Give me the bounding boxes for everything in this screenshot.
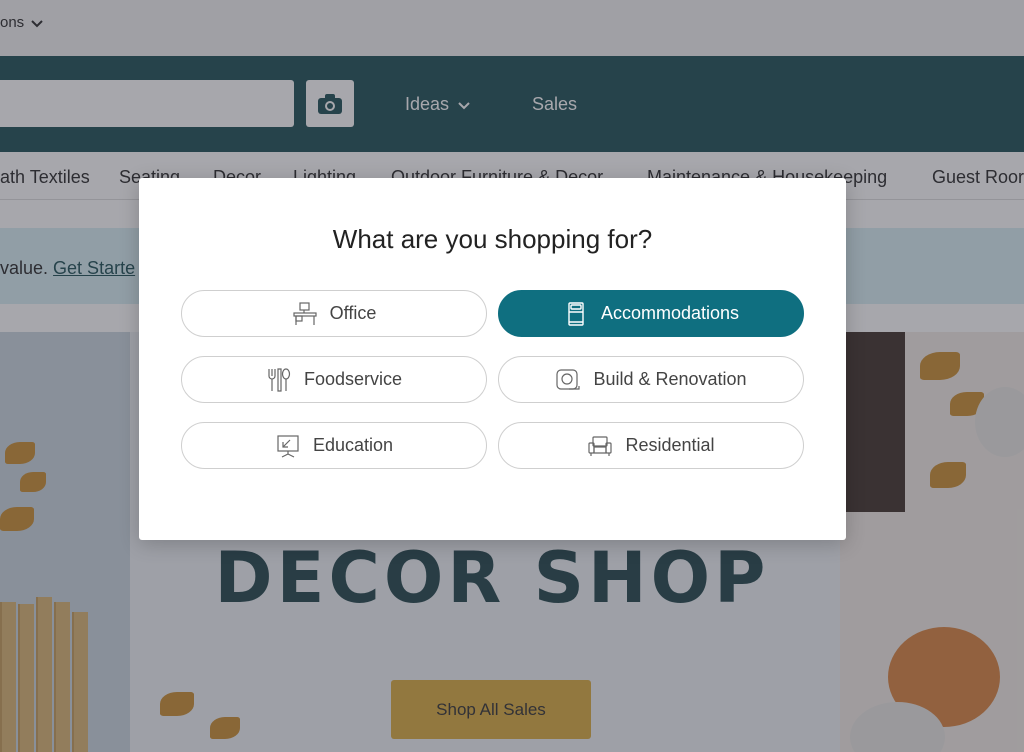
option-residential[interactable]: Residential (498, 422, 804, 469)
option-label: Residential (625, 435, 715, 455)
option-label: Office (329, 303, 377, 323)
armchair-icon (588, 435, 613, 456)
option-accommodations[interactable]: Accommodations (498, 290, 804, 337)
utensils-icon (268, 367, 291, 392)
option-label: Foodservice (303, 369, 403, 389)
option-foodservice[interactable]: Foodservice (181, 356, 487, 403)
bed-icon (568, 301, 584, 326)
whiteboard-icon (277, 434, 299, 458)
desk-icon (293, 301, 317, 325)
shopping-purpose-modal: What are you shopping for? Office Accomm… (139, 178, 846, 540)
option-label: Build & Renovation (593, 369, 747, 389)
tape-measure-icon (556, 368, 581, 390)
modal-title: What are you shopping for? (332, 224, 653, 254)
option-build-renovation[interactable]: Build & Renovation (498, 356, 804, 403)
option-label: Accommodations (600, 303, 740, 323)
option-office[interactable]: Office (181, 290, 487, 337)
option-education[interactable]: Education (181, 422, 487, 469)
option-label: Education (312, 435, 394, 455)
